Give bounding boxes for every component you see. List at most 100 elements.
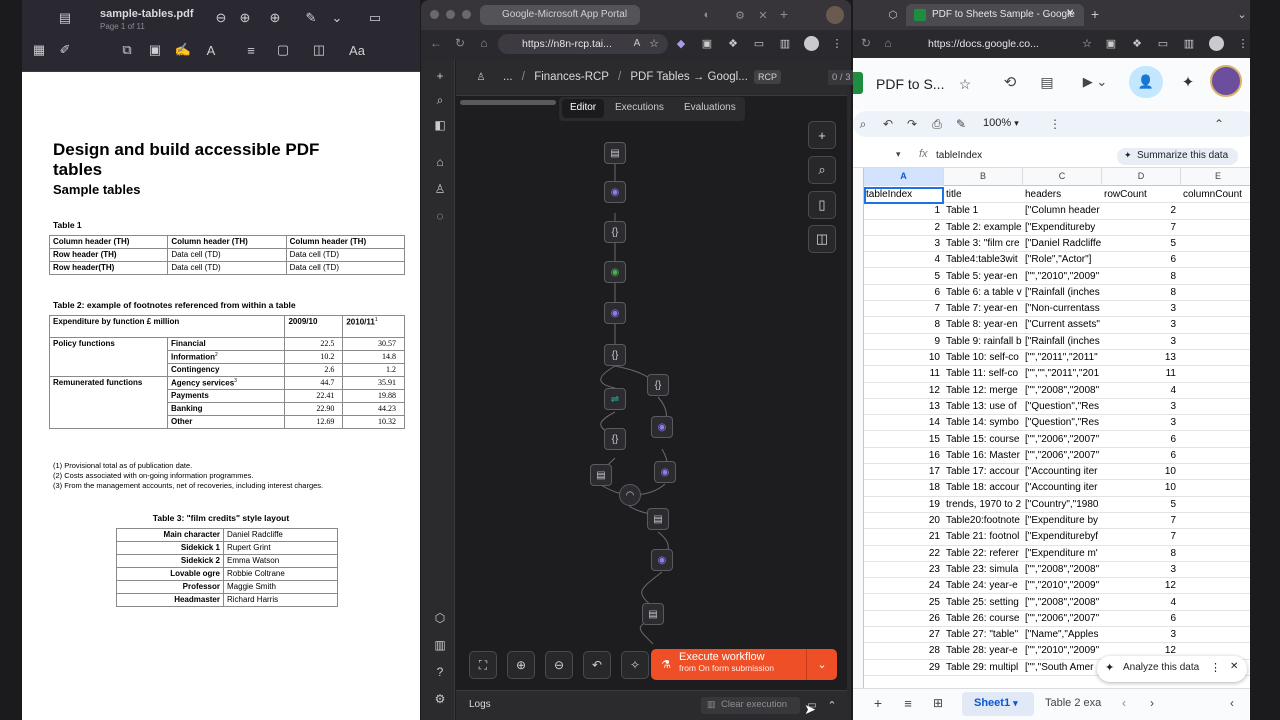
bookmark-star-icon[interactable]: ☆	[1080, 36, 1094, 50]
cell-d[interactable]: 11	[1102, 368, 1176, 379]
cell-c[interactable]: ["","2008","2008"	[1025, 385, 1101, 396]
gemini-icon[interactable]: ✦	[1178, 72, 1198, 92]
cell-a[interactable]: 17	[864, 466, 940, 477]
highlight-icon[interactable]: ✐	[54, 40, 76, 60]
share-icon[interactable]: ▭	[364, 8, 386, 28]
comments-icon[interactable]: ▤	[1037, 72, 1057, 92]
sheet-tab[interactable]: Table 2 exa	[1045, 697, 1101, 709]
workflow-node-merge[interactable]: ◠	[619, 484, 641, 506]
cell-a[interactable]: 22	[864, 548, 940, 559]
sheets-url-field[interactable]: https://docs.google.co...	[906, 34, 1046, 54]
scroll-tabs-left-icon[interactable]: ‹	[1116, 695, 1132, 711]
cell-b[interactable]: Table 5: year-en	[946, 271, 1022, 282]
cell-b[interactable]: Table 21: footnol	[946, 531, 1022, 542]
user-avatar[interactable]	[1210, 65, 1242, 97]
shapes-icon[interactable]: ⧉	[116, 40, 138, 60]
close-icon[interactable]: ✕	[1230, 661, 1238, 672]
execute-dropdown-icon[interactable]: ⌄	[806, 649, 837, 680]
history-icon[interactable]: ⟲	[1000, 72, 1020, 92]
cell-c[interactable]: ["Expenditureby	[1025, 222, 1101, 233]
templates-icon[interactable]: ⬡	[430, 608, 450, 628]
extension-icon-3[interactable]: ▭	[1156, 36, 1170, 50]
zoom-to-fit-button[interactable]: ⛶	[469, 651, 497, 679]
workflow-node-if[interactable]: ⇌	[604, 388, 626, 410]
cell-a[interactable]: 26	[864, 613, 940, 624]
cell-d[interactable]: 3	[1102, 401, 1176, 412]
cell-a[interactable]: 15	[864, 434, 940, 445]
cell-d[interactable]: 13	[1102, 352, 1176, 363]
bookmark-star-icon[interactable]: ☆	[647, 36, 661, 50]
print-icon[interactable]: ⎙	[930, 116, 944, 132]
reload-icon[interactable]: ↻	[453, 36, 467, 50]
tab-search-icon[interactable]: ⬡	[886, 8, 900, 22]
cell-a[interactable]: 23	[864, 564, 940, 575]
cell-d[interactable]: 5	[1102, 499, 1176, 510]
cell-c[interactable]: ["Current assets"	[1025, 319, 1101, 330]
chevron-up-icon[interactable]: ⌃	[826, 697, 838, 713]
sidebar-toggle-icon[interactable]: ▤	[54, 8, 76, 28]
cell-c[interactable]: ["","2010","2009"	[1025, 645, 1101, 656]
workflow-node-form-trigger[interactable]: ▤	[604, 142, 626, 164]
workflow-node-code[interactable]: {}	[604, 428, 626, 450]
cell-c[interactable]: ["","","2011","201	[1025, 368, 1101, 379]
breadcrumb-more[interactable]: ...	[503, 71, 513, 83]
markup-menu-icon[interactable]: ⌄	[326, 8, 348, 28]
star-icon[interactable]: ☆	[957, 76, 973, 92]
cell-d[interactable]: 3	[1102, 629, 1176, 640]
workflow-node[interactable]: ▤	[590, 464, 612, 486]
cell-d[interactable]: 6	[1102, 434, 1176, 445]
cell-d[interactable]: 6	[1102, 254, 1176, 265]
extension-icon[interactable]: ▣	[1104, 36, 1118, 50]
cell-d[interactable]: 3	[1102, 336, 1176, 347]
cell-e[interactable]: columnCount	[1183, 189, 1256, 200]
analyze-data-chip[interactable]: ✦ Analyze this data ⋮ ✕	[1097, 656, 1247, 682]
cell-d[interactable]: 8	[1102, 548, 1176, 559]
workflow-node[interactable]: ◉	[651, 416, 673, 438]
maximize-window-icon[interactable]	[462, 10, 471, 19]
cell-d[interactable]: 12	[1102, 645, 1176, 656]
n8n-browser-tab[interactable]: Google-Microsoft App Portal	[480, 5, 640, 25]
cell-a[interactable]: 8	[864, 319, 940, 330]
cell-d[interactable]: 8	[1102, 271, 1176, 282]
cell-a[interactable]: 6	[864, 287, 940, 298]
cell-b[interactable]: Table 23: simula	[946, 564, 1022, 575]
zoom-out-button[interactable]: ⊖	[545, 651, 573, 679]
workflow-node[interactable]: ◉	[604, 302, 626, 324]
explore-icon[interactable]: ⊞	[930, 695, 946, 711]
extension-icon-4[interactable]: ▥	[1182, 36, 1196, 50]
cell-c[interactable]: ["Daniel Radcliffe	[1025, 238, 1101, 249]
tab-close-icon[interactable]: ✕	[1066, 8, 1074, 19]
cell-b[interactable]: Table 6: a table v	[946, 287, 1022, 298]
tidy-up-button[interactable]: ✧	[621, 651, 649, 679]
cell-b[interactable]: Table 29: multipl	[946, 662, 1022, 673]
tab-close-icon[interactable]: ✕	[756, 8, 770, 22]
cell-c[interactable]: ["Question","Res	[1025, 417, 1101, 428]
clear-execution-button[interactable]: ▥ Clear execution	[701, 697, 800, 714]
cell-a[interactable]: 10	[864, 352, 940, 363]
more-options-icon[interactable]: ⋮	[1210, 661, 1221, 674]
cell-c[interactable]: ["Non-currentass	[1025, 303, 1101, 314]
cell-b[interactable]: Table 18: accour	[946, 482, 1022, 493]
cell-c[interactable]: ["","2006","2007"	[1025, 450, 1101, 461]
browser-menu-icon[interactable]: ⋮	[1236, 36, 1250, 50]
zoom-select[interactable]: 100% ▾	[983, 117, 1019, 129]
undo-button[interactable]: ↶	[583, 651, 611, 679]
home-icon[interactable]: ⌂	[477, 36, 491, 50]
cell-b[interactable]: Table 7: year-en	[946, 303, 1022, 314]
workflow-node[interactable]: ▤	[647, 508, 669, 530]
workflow-node-code[interactable]: {}	[647, 374, 669, 396]
cell-c[interactable]: ["Expenditure by	[1025, 515, 1101, 526]
cell-c[interactable]: ["Rainfall (inches	[1025, 336, 1101, 347]
cell-a[interactable]: 13	[864, 401, 940, 412]
cell-c[interactable]: ["","2010","2009"	[1025, 580, 1101, 591]
cell-d[interactable]: 10	[1102, 466, 1176, 477]
tab-settings-icon[interactable]: ⚙	[733, 8, 747, 22]
zoom-in-icon[interactable]: ⊕	[234, 8, 256, 28]
cell-a[interactable]: 9	[864, 336, 940, 347]
sheets-browser-tab[interactable]: PDF to Sheets Sample - Google ✕	[906, 4, 1084, 26]
workflow-node[interactable]: ▤	[642, 603, 664, 625]
extension-icon-4[interactable]: ▭	[752, 36, 766, 50]
tab-editor[interactable]: Editor	[562, 99, 605, 118]
cell-d[interactable]: 5	[1102, 238, 1176, 249]
column-header-b[interactable]: B	[944, 168, 1023, 186]
